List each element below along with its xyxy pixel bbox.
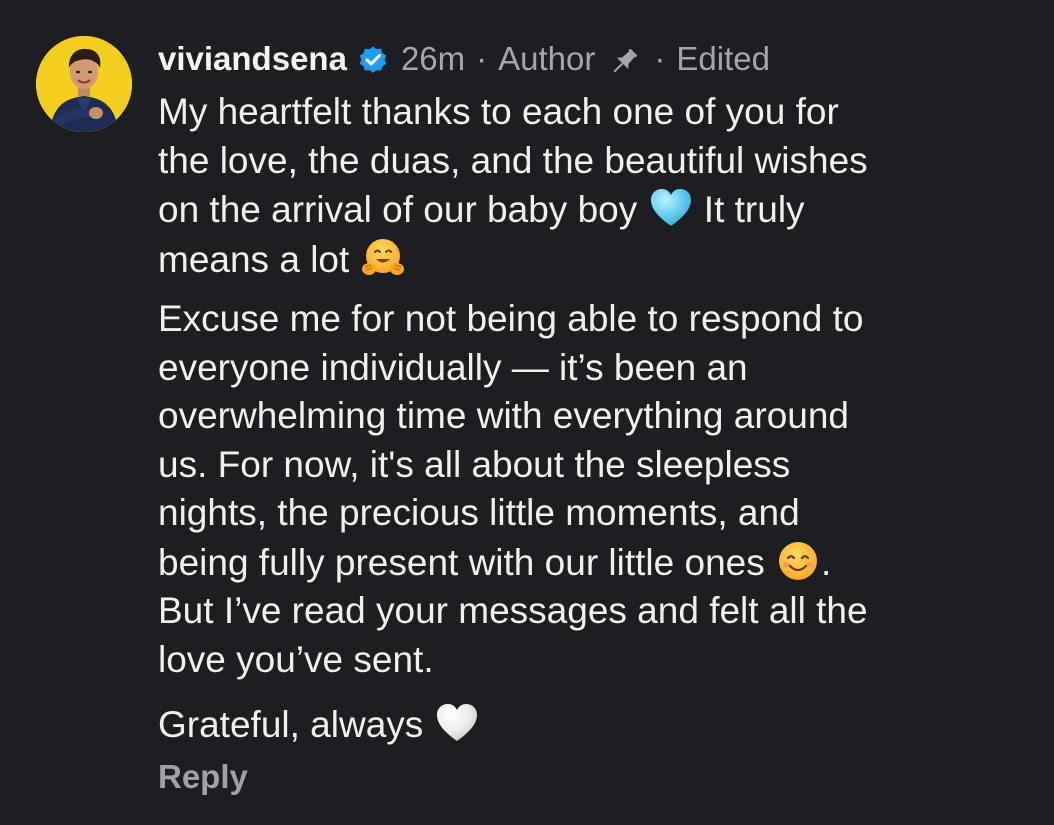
text-line: being fully present with our little ones [158,541,765,583]
reply-button[interactable]: Reply [158,758,248,796]
text-line: means a lot [158,238,350,280]
text-line: nights, the precious little moments, and [158,492,800,533]
text-line: Grateful, always [158,704,424,745]
separator-dot: · [654,40,666,77]
text-line: everyone individually — it’s been an [158,346,748,388]
verified-badge-icon [357,43,389,75]
comment-text: My heartfelt thanks to each one of you f… [158,88,1028,750]
text-line: the love, the duas, and the beautiful wi… [158,139,868,181]
separator-dot: · [476,40,488,77]
comment-card: viviandsena 26m · Author · Edited My hea… [0,0,1054,825]
text-line: My heartfelt thanks to each one of you f… [158,91,839,132]
comment-header: viviandsena 26m · Author · Edited [158,36,1028,82]
comment-time: 26m [400,40,466,77]
text-line: overwhelming time with everything around [158,395,850,436]
comment-content: viviandsena 26m · Author · Edited My hea… [158,36,1028,750]
text-line: Excuse me for not being able to respond … [158,298,864,339]
white-heart-emoji [434,700,480,746]
author-label: Author [498,40,596,77]
text-line: But I’ve read your messages and felt all… [158,590,868,631]
username[interactable]: viviandsena [158,40,347,78]
text-punctuation: . [821,541,832,583]
text-line: on the arrival of our baby boy [158,189,638,230]
light-blue-heart-emoji [648,185,694,231]
text-line: love you’ve sent. [158,638,434,680]
smiling-face-emoji [775,538,821,584]
text-line: It truly [703,189,805,230]
avatar[interactable] [36,36,132,132]
edited-label: Edited [676,40,770,77]
hugging-face-emoji [360,235,406,281]
text-line: us. For now, it's all about the sleeples… [158,443,791,485]
paragraph-grateful: Grateful, always [158,700,1028,750]
paragraph-thanks: My heartfelt thanks to each one of you f… [158,88,1028,284]
avatar-image [36,36,132,132]
paragraph-apology: Excuse me for not being able to respond … [158,295,1028,684]
pin-icon [607,45,641,79]
